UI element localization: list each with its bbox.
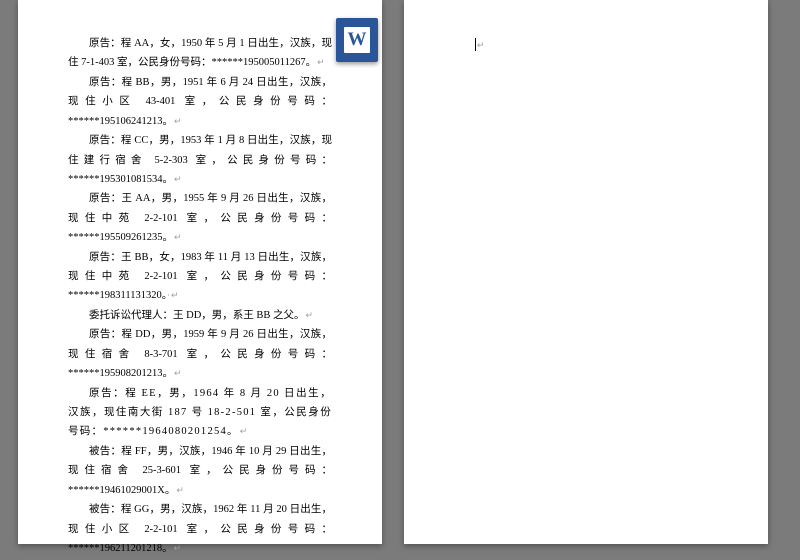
- ms-word-badge[interactable]: W: [336, 18, 378, 62]
- paragraph-text: 被告：程 FF，男，汉族，1946 年 10 月 29 日出生，现住宿舍 25-…: [68, 446, 332, 496]
- paragraph-mark-icon: ↵: [174, 174, 182, 184]
- paragraph: 原告：程 CC，男，1953 年 1 月 8 日出生，汉族，现住建行宿舍 5-2…: [68, 131, 332, 189]
- word-icon: W: [344, 27, 370, 53]
- paragraph-text: 委托诉讼代理人：王 DD，男，系王 BB 之父。: [89, 310, 305, 321]
- text-cursor: [475, 38, 476, 51]
- page-canvas: W 原告：程 AA，女，1950 年 5 月 1 日出生，汉族，现住 7-1-4…: [0, 0, 800, 544]
- paragraph-text: 原告：程 AA，女，1950 年 5 月 1 日出生，汉族，现住 7-1-403…: [68, 38, 332, 68]
- paragraph-text: 原告：程 EE，男，1964 年 8 月 20 日出生，汉族，现住南大街 187…: [68, 388, 332, 438]
- paragraph: 原告：程 BB，男，1951 年 6 月 24 日出生，汉族，现住小区 43-4…: [68, 73, 332, 131]
- paragraph-mark-icon: ↵: [317, 57, 325, 67]
- document-page-2[interactable]: ↵: [404, 0, 768, 544]
- paragraph: 原告：王 AA，男，1955 年 9 月 26 日出生，汉族，现住中苑 2-2-…: [68, 189, 332, 247]
- paragraph-mark-icon: ↵: [176, 485, 184, 495]
- paragraph-text: 被告：程 GG，男，汉族，1962 年 11 月 20 日出生，现住小区 2-2…: [68, 504, 332, 554]
- paragraph-mark-icon: ↵: [174, 368, 182, 378]
- paragraph-text: 原告：程 DD，男，1959 年 9 月 26 日出生，汉族，现住宿舍 8-3-…: [68, 329, 332, 379]
- paragraph-text: 原告：王 AA，男，1955 年 9 月 26 日出生，汉族，现住中苑 2-2-…: [68, 193, 332, 243]
- paragraph: 原告：王 BB，女，1983 年 11 月 13 日出生，汉族，现住中苑 2-2…: [68, 248, 332, 306]
- paragraph-mark-icon: ↵: [240, 426, 249, 436]
- empty-paragraph[interactable]: ↵: [454, 36, 718, 55]
- paragraph: 委托诉讼代理人：王 DD，男，系王 BB 之父。↵: [68, 306, 332, 325]
- paragraph-mark-icon: ↵: [306, 310, 314, 320]
- paragraph-text: 原告：程 CC，男，1953 年 1 月 8 日出生，汉族，现住建行宿舍 5-2…: [68, 135, 332, 185]
- paragraph: 被告：程 GG，男，汉族，1962 年 11 月 20 日出生，现住小区 2-2…: [68, 500, 332, 558]
- paragraph: 被告：程 FF，男，汉族，1946 年 10 月 29 日出生，现住宿舍 25-…: [68, 442, 332, 500]
- paragraph-text: 原告：程 BB，男，1951 年 6 月 24 日出生，汉族，现住小区 43-4…: [68, 77, 332, 127]
- paragraph-mark-icon: ↵: [174, 232, 182, 242]
- document-page-1[interactable]: W 原告：程 AA，女，1950 年 5 月 1 日出生，汉族，现住 7-1-4…: [18, 0, 382, 544]
- space-mark-icon: ·: [167, 290, 170, 300]
- paragraph: 原告：程 AA，女，1950 年 5 月 1 日出生，汉族，现住 7-1-403…: [68, 34, 332, 73]
- paragraph: 原告：程 EE，男，1964 年 8 月 20 日出生，汉族，现住南大街 187…: [68, 384, 332, 442]
- paragraph-mark-icon: ↵: [174, 116, 182, 126]
- paragraph-mark-icon: ↵: [477, 40, 485, 50]
- paragraph-mark-icon: ↵: [171, 290, 179, 300]
- paragraph-text: 原告：王 BB，女，1983 年 11 月 13 日出生，汉族，现住中苑 2-2…: [68, 252, 332, 302]
- paragraph: 原告：程 DD，男，1959 年 9 月 26 日出生，汉族，现住宿舍 8-3-…: [68, 325, 332, 383]
- paragraph-mark-icon: ↵: [174, 543, 182, 553]
